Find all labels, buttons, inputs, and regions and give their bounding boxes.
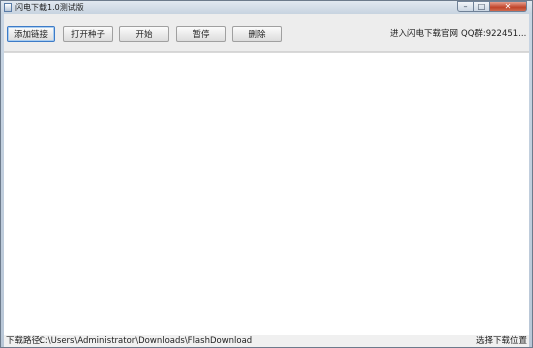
qq-group-link[interactable]: QQ群:922451... [461, 28, 526, 40]
toolbar: 添加链接 打开种子 开始 暂停 删除 进入闪电下载官网 QQ群:922451..… [4, 14, 529, 52]
maximize-button[interactable]: □ [474, 1, 490, 12]
window-title: 闪电下载1.0测试版 [15, 3, 84, 12]
title-bar[interactable]: 闪电下载1.0测试版 – □ ✕ [1, 1, 532, 14]
download-list[interactable] [4, 52, 529, 337]
choose-location-button[interactable]: 选择下载位置 [476, 335, 527, 347]
open-torrent-button[interactable]: 打开种子 [63, 26, 113, 42]
add-link-button[interactable]: 添加链接 [7, 26, 55, 42]
delete-button[interactable]: 删除 [232, 26, 282, 42]
status-bar: 下载路径: C:\Users\Administrator\Downloads\F… [4, 335, 529, 347]
client-area: 添加链接 打开种子 开始 暂停 删除 进入闪电下载官网 QQ群:922451..… [4, 14, 529, 347]
minimize-button[interactable]: – [457, 1, 474, 12]
pause-button[interactable]: 暂停 [176, 26, 226, 42]
close-button[interactable]: ✕ [490, 1, 527, 12]
start-button[interactable]: 开始 [119, 26, 169, 42]
app-icon [4, 3, 12, 12]
download-path-label: 下载路径: [6, 336, 43, 346]
download-path-value: C:\Users\Administrator\Downloads\FlashDo… [39, 336, 253, 346]
app-window: 闪电下载1.0测试版 – □ ✕ 添加链接 打开种子 开始 暂停 删除 进入闪电… [0, 0, 533, 348]
official-site-link[interactable]: 进入闪电下载官网 [390, 28, 458, 40]
window-controls: – □ ✕ [457, 1, 527, 13]
